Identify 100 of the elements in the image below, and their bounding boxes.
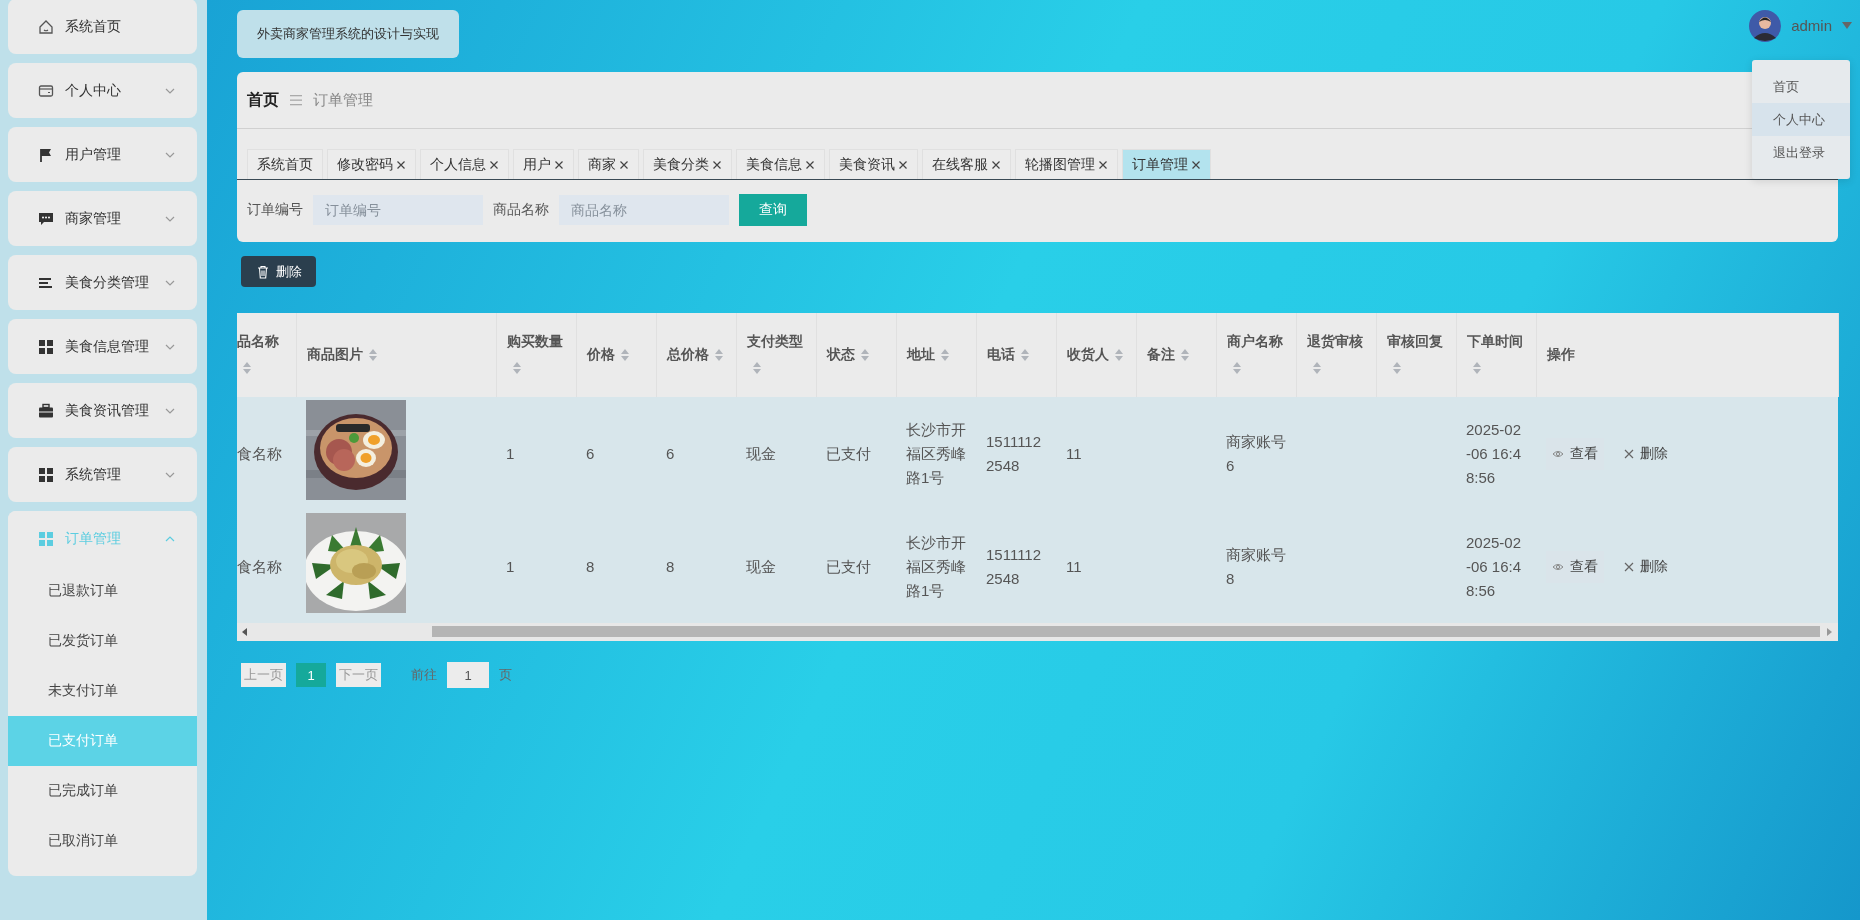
table-cell-text: 8 (585, 556, 596, 577)
column-header[interactable]: 收货人 (1056, 313, 1136, 397)
breadcrumb-current: 订单管理 (313, 90, 373, 110)
menu-item[interactable]: 美食分类管理 (8, 255, 197, 310)
sort-icon (243, 362, 251, 375)
column-header[interactable]: 退货审核 (1296, 313, 1376, 397)
table-cell-text: 现金 (745, 556, 777, 577)
tab[interactable]: 轮播图管理 (1015, 149, 1118, 179)
delete-button[interactable]: 删除 (1618, 550, 1674, 583)
close-icon (619, 159, 629, 170)
arrow-icon (242, 628, 247, 636)
menu-item[interactable]: 用户管理 (8, 127, 197, 182)
avatar-icon (1749, 10, 1782, 42)
tab[interactable]: 个人信息 (420, 149, 509, 179)
column-header[interactable]: 地址 (896, 313, 976, 397)
table-cell-text: 8 (665, 556, 676, 577)
table-cell: 2025-02-06 16:48:56 (1456, 397, 1536, 510)
trash-icon (255, 264, 270, 279)
field-label: 订单编号 (247, 201, 303, 219)
column-header[interactable]: 购买数量 (496, 313, 576, 397)
sort-icon (368, 349, 377, 362)
column-header[interactable]: 价格 (576, 313, 656, 397)
table-cell-text: 已支付 (825, 556, 872, 577)
menu-item[interactable]: 美食信息管理 (8, 319, 197, 374)
tab[interactable]: 系统首页 (247, 149, 323, 179)
eye-icon (1552, 448, 1564, 459)
tab[interactable]: 美食分类 (643, 149, 732, 179)
dropdown-item[interactable]: 首页 (1752, 70, 1850, 103)
goto-label: 前往 (411, 666, 437, 684)
tab[interactable]: 用户 (513, 149, 574, 179)
chat-icon (38, 210, 54, 227)
app-title: 外卖商家管理系统的设计与实现 (237, 10, 459, 58)
column-header[interactable]: 下单时间 (1456, 313, 1536, 397)
tab[interactable]: 商家 (578, 149, 639, 179)
column-header[interactable]: 商户名称 (1216, 313, 1296, 397)
table-cell: 现金 (736, 397, 816, 510)
arrow-icon (1827, 628, 1832, 636)
table-cell: 食名称 (237, 397, 296, 510)
submenu-item[interactable]: 已发货订单 (8, 616, 197, 666)
dropdown-item[interactable]: 个人中心 (1752, 103, 1850, 136)
column-header[interactable]: 支付类型 (736, 313, 816, 397)
close-icon (489, 159, 499, 170)
page-suffix: 页 (499, 666, 512, 684)
close-icon (1098, 159, 1108, 170)
tab[interactable]: 修改密码 (327, 149, 416, 179)
page-input[interactable]: 1 (447, 662, 489, 688)
flag-icon (38, 146, 54, 163)
dropdown-item[interactable]: 退出登录 (1752, 136, 1850, 169)
table-cell: 15111122548 (976, 397, 1056, 510)
sort-icon (1312, 362, 1321, 375)
menu-item[interactable]: 系统首页 (8, 0, 197, 54)
column-header[interactable]: 备注 (1136, 313, 1216, 397)
breadcrumb-link[interactable]: 首页 (247, 89, 279, 111)
menu-item[interactable]: 个人中心 (8, 63, 197, 118)
caret-icon (1842, 22, 1852, 29)
table-cell-text: 长沙市开福区秀峰路1号 (905, 532, 967, 601)
scrollbar-thumb[interactable] (432, 626, 1820, 637)
tab[interactable]: 订单管理 (1122, 149, 1211, 179)
menu-item[interactable]: 美食资讯管理 (8, 383, 197, 438)
tab[interactable]: 在线客服 (922, 149, 1011, 179)
column-header[interactable]: 总价格 (656, 313, 736, 397)
submenu-item[interactable]: 已退款订单 (8, 566, 197, 616)
submenu-item[interactable]: 已完成订单 (8, 766, 197, 816)
submenu-item[interactable]: 未支付订单 (8, 666, 197, 716)
menu-item[interactable]: 系统管理 (8, 447, 197, 502)
table-cell: 长沙市开福区秀峰路1号 (896, 397, 976, 510)
eye-icon (1552, 561, 1564, 572)
tab[interactable]: 美食信息 (736, 149, 825, 179)
column-header[interactable]: 审核回复 (1376, 313, 1456, 397)
delete-button[interactable]: 删除 (1618, 437, 1674, 470)
sort-icon (1020, 349, 1029, 362)
table-cell-text: 食名称 (237, 556, 283, 577)
column-header[interactable]: 商品图片 (296, 313, 496, 397)
column-header[interactable]: 品名称 (237, 313, 296, 397)
grid-icon (38, 466, 54, 483)
sort-icon (860, 349, 869, 362)
sort-icon (1232, 362, 1241, 375)
close-icon (805, 159, 815, 170)
submenu-item[interactable]: 已取消订单 (8, 816, 197, 866)
table-cell: 6 (576, 397, 656, 510)
close-icon (554, 159, 564, 170)
close-icon (396, 159, 406, 170)
menu-item[interactable]: 商家管理 (8, 191, 197, 246)
sort-icon (1180, 349, 1189, 362)
wallet-icon (38, 82, 54, 99)
delete-button[interactable]: 删除 (241, 256, 316, 287)
sort-icon (1114, 349, 1123, 362)
table-cell: 6 (656, 397, 736, 510)
column-header[interactable]: 电话 (976, 313, 1056, 397)
search-field[interactable]: 订单编号 (313, 195, 483, 225)
search-field[interactable]: 商品名称 (559, 195, 729, 225)
column-header[interactable]: 状态 (816, 313, 896, 397)
close-icon (1191, 159, 1201, 170)
close-icon (991, 159, 1001, 170)
sort-icon (620, 349, 629, 362)
close-icon (712, 159, 722, 170)
tab[interactable]: 美食资讯 (829, 149, 918, 179)
table-cell: 商家账号6 (1216, 397, 1296, 510)
sort-icon (512, 362, 521, 375)
table-cell-text: 11 (1065, 556, 1083, 577)
